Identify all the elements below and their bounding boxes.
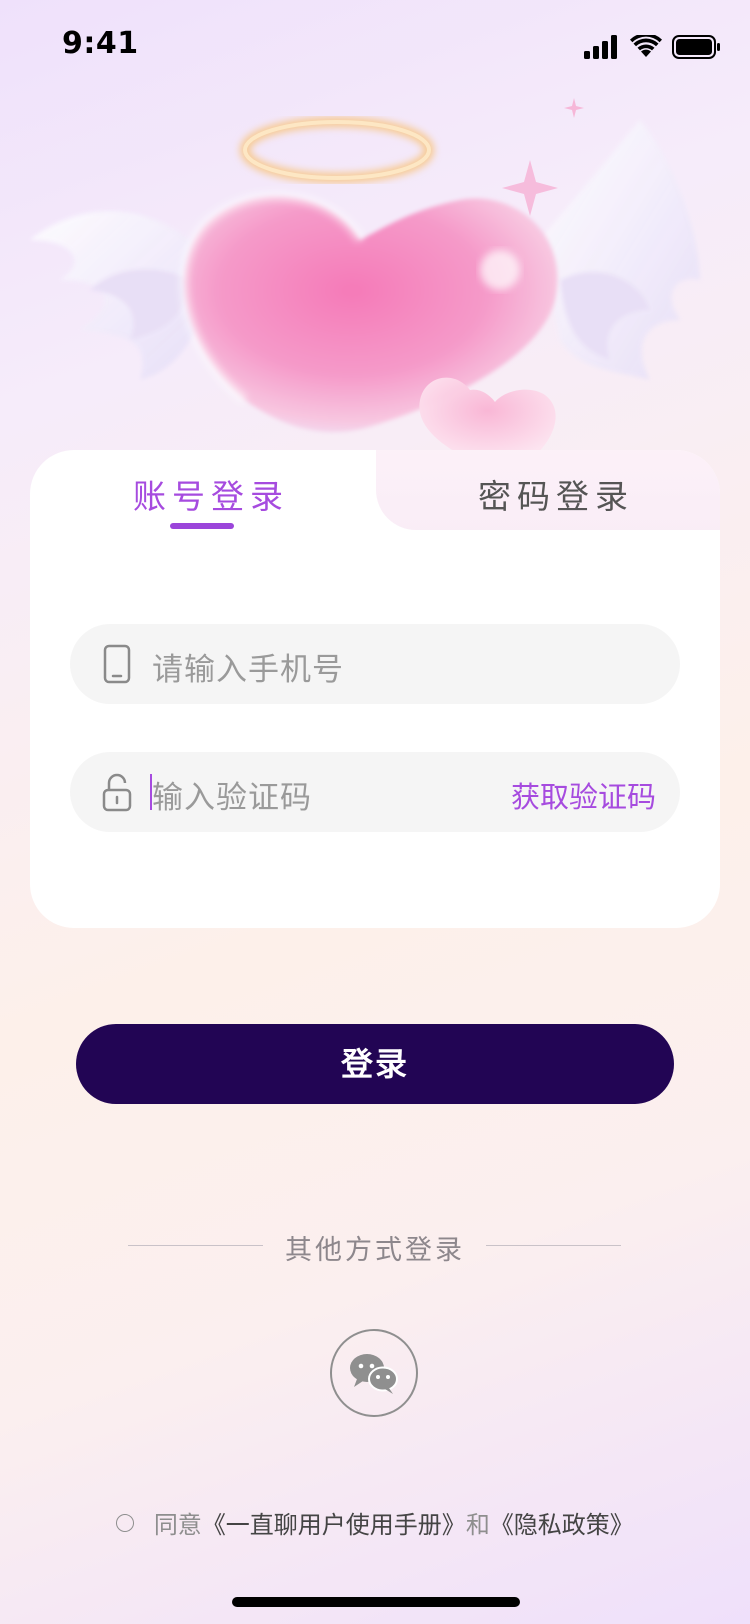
agree-checkbox[interactable] <box>116 1514 135 1532</box>
user-manual-link[interactable]: 《一直聊用户使用手册》 <box>202 1511 466 1539</box>
divider-line-right <box>486 1245 621 1246</box>
get-code-button[interactable]: 获取验证码 <box>511 774 656 816</box>
privacy-policy-link[interactable]: 《隐私政策》 <box>490 1511 634 1539</box>
status-icons <box>584 32 722 62</box>
agree-and: 和 <box>465 1511 490 1539</box>
login-button[interactable]: 登录 <box>76 1024 674 1104</box>
lock-icon <box>102 773 132 812</box>
status-time: 9:41 <box>62 26 139 61</box>
wechat-login-button[interactable] <box>330 1329 418 1417</box>
wechat-icon <box>350 1354 398 1394</box>
hero-illustration <box>30 98 700 460</box>
other-login-divider: 其他方式登录 <box>0 1224 750 1266</box>
agree-prefix: 同意 <box>153 1511 202 1539</box>
tab-password-login[interactable]: 密码登录 <box>478 470 634 518</box>
wifi-icon <box>630 35 662 57</box>
home-indicator <box>232 1597 520 1607</box>
code-placeholder: 输入验证码 <box>152 780 312 816</box>
login-card: 账号登录 密码登录 请输入手机号 输入验证码 获取验证码 <box>30 450 720 928</box>
other-login-label: 其他方式登录 <box>285 1235 465 1266</box>
phone-placeholder: 请输入手机号 <box>152 652 344 688</box>
status-bar: 9:41 <box>0 0 750 92</box>
tab-active-indicator <box>170 523 234 529</box>
phone-input[interactable]: 请输入手机号 <box>70 624 680 704</box>
code-input[interactable]: 输入验证码 获取验证码 <box>70 752 680 832</box>
agreement-row: 同意《一直聊用户使用手册》和《隐私政策》 <box>0 1505 750 1540</box>
tab-account-login[interactable]: 账号登录 <box>133 470 289 518</box>
signal-icon <box>584 35 617 59</box>
phone-icon <box>103 644 131 684</box>
battery-icon <box>672 35 720 59</box>
